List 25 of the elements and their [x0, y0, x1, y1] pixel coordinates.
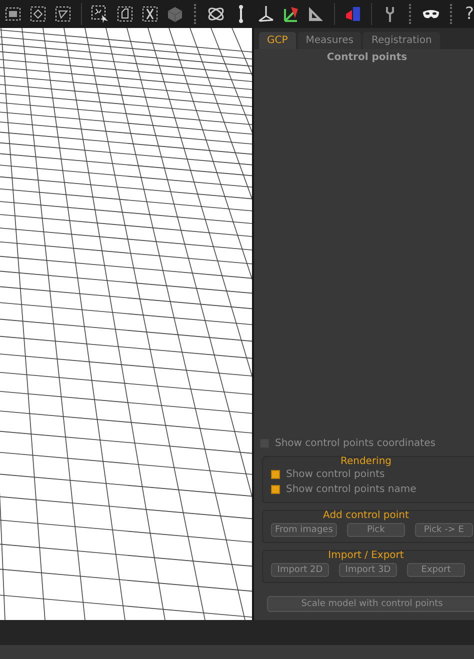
tab[interactable]: GCP	[259, 32, 296, 49]
help-icon[interactable]: ?	[464, 4, 474, 24]
select-icon[interactable]	[53, 4, 73, 24]
scale-button[interactable]: Scale model with control points	[267, 596, 474, 612]
tab[interactable]: Registration	[363, 32, 440, 49]
button[interactable]: Pick -> E	[414, 523, 473, 537]
group-title: Add control point	[322, 510, 410, 521]
button[interactable]: Export	[407, 563, 465, 577]
button[interactable]: Pick	[346, 523, 405, 537]
tab[interactable]: Measures	[298, 32, 362, 49]
checkbox[interactable]	[271, 470, 280, 479]
select-icon[interactable]	[140, 4, 160, 24]
checkbox[interactable]	[271, 485, 280, 494]
panel-title: Control points	[326, 51, 408, 65]
checkbox-label: Show control points coordinates	[275, 438, 436, 449]
checkbox-label: Show control points	[286, 469, 385, 480]
select-icon[interactable]	[28, 4, 48, 24]
button[interactable]: Import 3D	[339, 563, 397, 577]
pointer-icon[interactable]	[90, 4, 110, 24]
checkbox-label: Show control points name	[286, 484, 416, 495]
button[interactable]: From images	[271, 523, 337, 537]
group-title: Rendering	[339, 456, 393, 467]
select-icon[interactable]	[114, 4, 135, 24]
button[interactable]: Import 2D	[271, 563, 329, 577]
group-title: Import / Export	[327, 550, 405, 561]
